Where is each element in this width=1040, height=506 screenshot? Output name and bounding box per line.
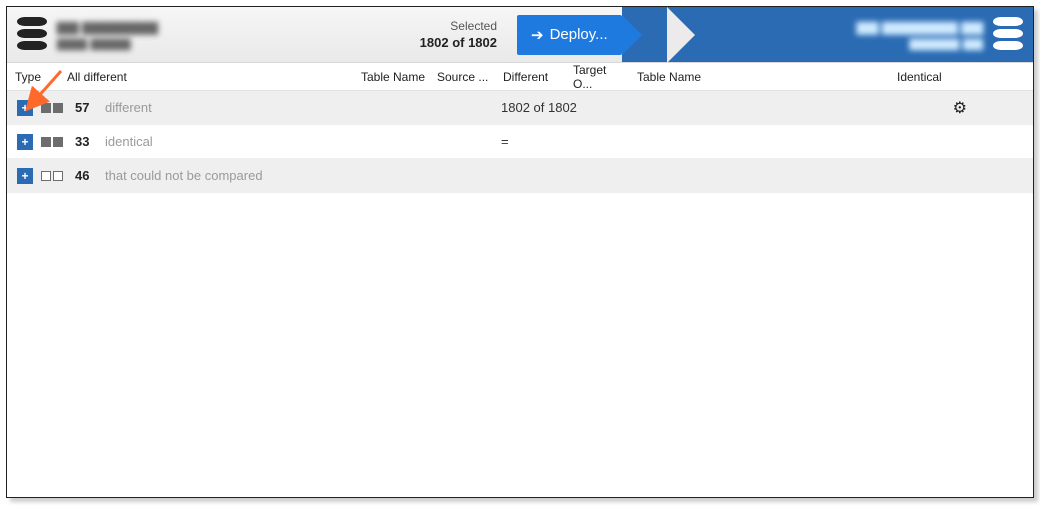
selected-count: 1802 of 1802 [420,35,497,50]
group-label: identical [105,134,153,149]
group-center-text: 1802 of 1802 [501,100,577,115]
col-identical[interactable]: Identical [891,70,971,84]
group-row: +33 identical = [7,125,1033,159]
arrow-right-icon: ➔ [531,26,544,44]
deploy-button[interactable]: ➔ Deploy... [517,15,622,55]
group-row: +57 different 1802 of 1802 ⚙ [7,91,1033,125]
target-db-label: ▆▆ ▆▆▆▆▆▆▆ ▆▆ ▆▆▆▆▆ ▆▆ [857,17,983,52]
gear-icon[interactable]: ⚙ [953,98,967,118]
expand-button[interactable]: + [17,134,33,150]
groups-container: +57 different 1802 of 1802 ⚙ +33 identical = +4… [7,91,1033,193]
group-count: 57 [75,100,99,115]
header: ▆▆ ▆▆▆▆▆▆▆ ▆▆▆ ▆▆▆▆ Selected 1802 of 180… [7,7,1033,63]
col-source[interactable]: Source ... [431,70,497,84]
group-label: different [105,100,152,115]
status-squares-icon [41,103,63,113]
col-type[interactable]: Type [7,70,61,84]
database-icon [17,17,47,53]
group-center-text: = [501,134,509,149]
group-count: 33 [75,134,99,149]
col-all-different[interactable]: All different [61,70,331,84]
database-icon [993,17,1023,53]
col-table-name-target[interactable]: Table Name [631,70,891,84]
col-table-name-source[interactable]: Table Name [331,70,431,84]
target-db-panel: ▆▆ ▆▆▆▆▆▆▆ ▆▆ ▆▆▆▆▆ ▆▆ [622,7,1033,62]
selected-label: Selected [450,19,497,33]
group-count: 46 [75,168,99,183]
group-row: +46 that could not be compared [7,159,1033,193]
status-squares-icon [41,137,63,147]
deploy-button-label: Deploy... [550,26,608,43]
group-label: that could not be compared [105,168,263,183]
expand-button[interactable]: + [17,100,33,116]
source-db-panel: ▆▆ ▆▆▆▆▆▆▆ ▆▆▆ ▆▆▆▆ [7,7,367,62]
col-different[interactable]: Different [497,70,567,84]
source-db-label: ▆▆ ▆▆▆▆▆▆▆ ▆▆▆ ▆▆▆▆ [57,17,158,52]
col-target[interactable]: Target O... [567,63,631,91]
column-header-row: Type All different Table Name Source ...… [7,63,1033,91]
expand-button[interactable]: + [17,168,33,184]
selected-summary: Selected 1802 of 1802 [367,7,517,62]
status-squares-icon [41,171,63,181]
